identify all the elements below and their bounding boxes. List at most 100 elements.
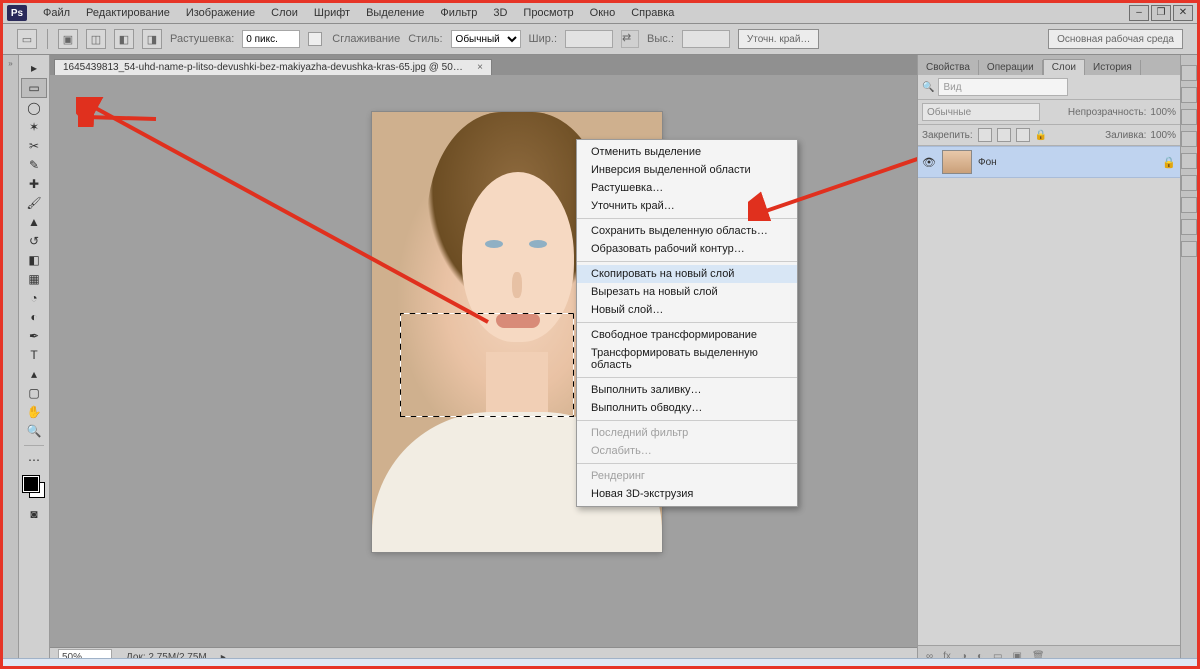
feather-label: Растушевка: [170,33,234,45]
menu-item[interactable]: Просмотр [515,5,581,21]
context-menu-item[interactable]: Выполнить обводку… [577,399,797,417]
collapsed-panel-icon[interactable] [1181,65,1197,81]
context-menu-item[interactable]: Новый слой… [577,301,797,319]
context-menu-item[interactable]: Образовать рабочий контур… [577,240,797,258]
blend-mode-select[interactable]: Обычные [922,103,1040,121]
selection-new-icon[interactable]: ▣ [58,29,78,49]
heal-tool-icon[interactable]: ✚ [22,175,46,193]
menu-item[interactable]: Файл [35,5,78,21]
close-tab-icon[interactable]: × [477,62,483,73]
selection-intersect-icon[interactable]: ◨ [142,29,162,49]
crop-tool-icon[interactable]: ✂ [22,137,46,155]
menu-item[interactable]: 3D [485,5,515,21]
history-brush-tool-icon[interactable]: ↺ [22,232,46,250]
panel-tab[interactable]: История [1085,60,1141,75]
layer-lock-icon: 🔒 [1162,156,1176,169]
window-minimize-button[interactable]: – [1129,5,1149,21]
menu-item[interactable]: Слои [263,5,306,21]
context-menu-item[interactable]: Сохранить выделенную область… [577,222,797,240]
blur-tool-icon[interactable]: ◔ [22,289,46,307]
selection-marquee[interactable] [400,313,574,417]
context-menu-item[interactable]: Вырезать на новый слой [577,283,797,301]
dodge-tool-icon[interactable]: ◐ [22,308,46,326]
pen-tool-icon[interactable]: ✒ [22,327,46,345]
lock-position-icon[interactable] [997,128,1011,142]
collapsed-panel-icon[interactable] [1181,109,1197,125]
type-tool-icon[interactable]: T [22,346,46,364]
collapsed-panel-icon[interactable] [1181,153,1197,169]
lasso-tool-icon[interactable]: ◯ [22,99,46,117]
feather-input[interactable] [242,30,300,48]
menu-item[interactable]: Изображение [178,5,263,21]
context-menu-item[interactable]: Отменить выделение [577,143,797,161]
gradient-tool-icon[interactable]: ▦ [22,270,46,288]
swap-wh-icon[interactable]: ⇄ [621,30,639,48]
window-restore-button[interactable]: ❐ [1151,5,1171,21]
move-tool-icon[interactable]: ▸ [22,59,46,77]
marquee-mode-icon[interactable]: ▭ [17,29,37,49]
collapsed-panel-icon[interactable] [1181,219,1197,235]
context-menu-item[interactable]: Свободное трансформирование [577,326,797,344]
selection-subtract-icon[interactable]: ◧ [114,29,134,49]
collapsed-panel-icon[interactable] [1181,241,1197,257]
edit-toolbar-icon[interactable]: ⋯ [22,451,46,469]
path-select-tool-icon[interactable]: ▴ [22,365,46,383]
window-close-button[interactable]: ✕ [1173,5,1193,21]
layer-kind-filter[interactable]: Вид [938,78,1068,96]
menu-bar: Ps ФайлРедактированиеИзображениеСлоиШриф… [3,3,1197,24]
context-menu-item[interactable]: Растушевка… [577,179,797,197]
fill-value[interactable]: 100% [1150,130,1176,141]
context-menu-item: Ослабить… [577,442,797,460]
refine-edge-button[interactable]: Уточн. край… [738,29,820,49]
layer-row[interactable]: 👁 Фон 🔒 [918,146,1180,178]
panel-tab[interactable]: Операции [979,60,1043,75]
context-menu-item[interactable]: Инверсия выделенной области [577,161,797,179]
context-menu-item[interactable]: Выполнить заливку… [577,381,797,399]
menu-item[interactable]: Окно [582,5,624,21]
context-menu-item[interactable]: Трансформировать выделенную область [577,344,797,374]
brush-tool-icon[interactable]: 🖌 [22,194,46,212]
panel-tab[interactable]: Слои [1043,59,1085,75]
panel-tab[interactable]: Свойства [918,60,979,75]
quick-select-tool-icon[interactable]: ✶ [22,118,46,136]
separator [47,29,48,49]
hand-tool-icon[interactable]: ✋ [22,403,46,421]
style-select[interactable]: Обычный [451,30,521,48]
shape-tool-icon[interactable]: ▢ [22,384,46,402]
menu-item[interactable]: Фильтр [432,5,485,21]
stamp-tool-icon[interactable]: ▲ [22,213,46,231]
anti-alias-checkbox[interactable] [308,32,322,46]
document-tab[interactable]: 1645439813_54-uhd-name-p-litso-devushki-… [54,59,492,75]
context-menu-item[interactable]: Уточнить край… [577,197,797,215]
context-menu-item[interactable]: Скопировать на новый слой [577,265,797,283]
annotation-arrow [78,109,160,127]
menu-item[interactable]: Шрифт [306,5,358,21]
layer-thumbnail[interactable] [942,150,972,174]
menu-separator [577,420,797,421]
collapsed-panel-icon[interactable] [1181,87,1197,103]
eyedropper-tool-icon[interactable]: ✎ [22,156,46,174]
collapsed-panel-icon[interactable] [1181,197,1197,213]
opacity-value[interactable]: 100% [1150,107,1176,118]
color-swatches[interactable] [23,476,45,498]
marquee-tool-icon[interactable]: ▭ [21,78,47,98]
canvas-area[interactable]: Отменить выделениеИнверсия выделенной об… [50,75,917,647]
collapsed-panel-icon[interactable] [1181,131,1197,147]
search-icon[interactable]: 🔍 [922,82,934,93]
collapsed-panel-icon[interactable] [1181,175,1197,191]
menu-item[interactable]: Выделение [358,5,432,21]
context-menu-item[interactable]: Новая 3D-экструзия [577,485,797,503]
menu-item[interactable]: Справка [623,5,682,21]
lock-all-icon[interactable] [1016,128,1030,142]
layer-name[interactable]: Фон [978,157,997,168]
os-taskbar [3,658,1197,666]
eraser-tool-icon[interactable]: ◧ [22,251,46,269]
zoom-tool-icon[interactable]: 🔍 [22,422,46,440]
options-bar: ▭ ▣ ◫ ◧ ◨ Растушевка: Сглаживание Стиль:… [3,24,1197,55]
quickmask-icon[interactable]: ◙ [22,505,46,523]
workspace-button[interactable]: Основная рабочая среда [1048,29,1183,49]
selection-add-icon[interactable]: ◫ [86,29,106,49]
visibility-icon[interactable]: 👁 [922,155,936,169]
lock-pixels-icon[interactable] [978,128,992,142]
menu-item[interactable]: Редактирование [78,5,178,21]
